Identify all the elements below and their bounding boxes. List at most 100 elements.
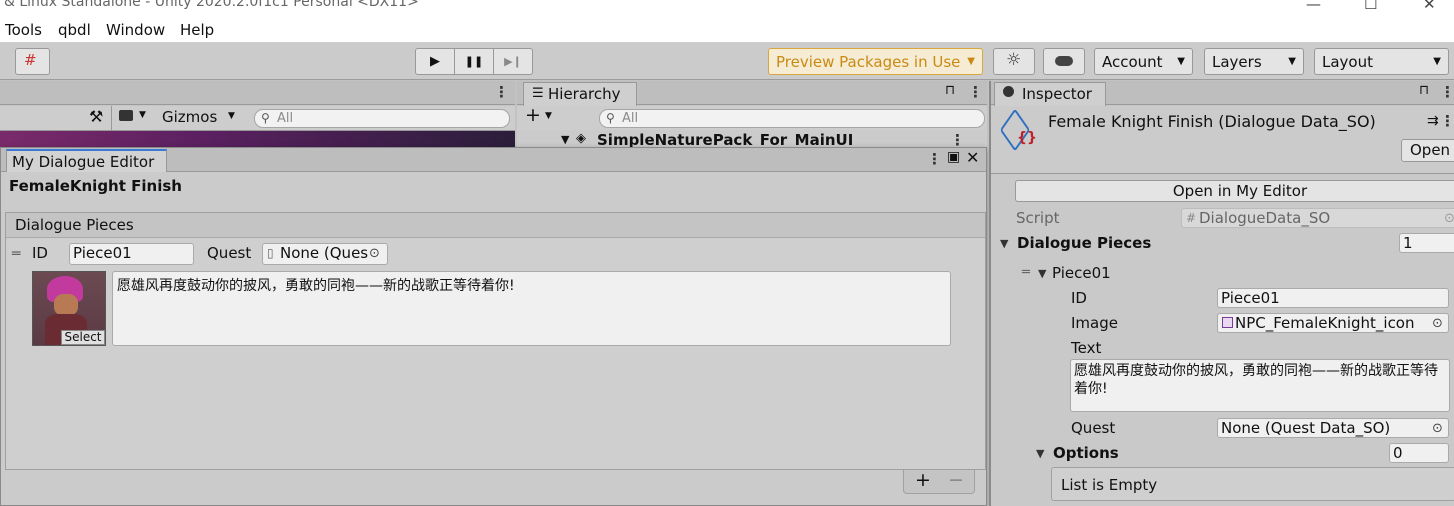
lock-icon[interactable]: ⊓ (945, 83, 955, 98)
object-picker-icon[interactable]: ⊙ (369, 244, 380, 263)
dialogue-pieces-title: Dialogue Pieces (15, 216, 134, 234)
drag-handle-icon[interactable]: ═ (12, 246, 20, 262)
object-picker-icon: ⊙ (1444, 211, 1454, 226)
search-icon: ⚲ (606, 111, 615, 125)
expand-triangle-icon[interactable]: ▼ (1038, 267, 1046, 280)
dialogue-pieces-header: Dialogue Pieces (6, 213, 985, 238)
chevron-down-icon[interactable]: ▼ (545, 111, 552, 121)
remove-piece-button[interactable]: − (948, 469, 964, 491)
text-area[interactable]: 愿雄风再度鼓动你的披风，勇敢的同袍——新的战歌正等待着你! (1070, 359, 1450, 412)
play-button[interactable]: ▶ (416, 49, 455, 74)
preview-packages-button[interactable]: Preview Packages in Use ▼ (768, 48, 983, 75)
piece-id-label: ID (32, 244, 48, 262)
chevron-down-icon[interactable]: ▼ (228, 111, 235, 121)
drag-handle-icon[interactable]: ═ (1022, 265, 1030, 280)
editor-tab-label: My Dialogue Editor (12, 153, 155, 171)
tools-icon[interactable]: ⚒ (89, 107, 103, 126)
scene-toolbar: ⚒ ▼ Gizmos ▼ ⚲ All (0, 106, 515, 131)
pause-button[interactable]: ❚❚ (455, 49, 494, 74)
tab-hierarchy[interactable]: ☰ Hierarchy (523, 82, 637, 106)
grid-snap-icon: # (24, 51, 37, 69)
settings-sliders-icon[interactable]: ⇉ (1427, 113, 1439, 129)
maximize-button[interactable]: ☐ (1364, 0, 1377, 13)
menu-bar: Tools qbdl Window Help (0, 20, 1454, 43)
id-field[interactable]: Piece01 (1217, 288, 1449, 308)
services-button[interactable]: ☼ (993, 48, 1035, 75)
gizmos-button[interactable]: Gizmos (162, 108, 217, 126)
dialogue-editor-window: My Dialogue Editor ⋮ ▣ ✕ FemaleKnight Fi… (0, 147, 987, 506)
options-label: Options (1053, 444, 1119, 462)
id-label: ID (1071, 289, 1087, 307)
chevron-down-icon: ▼ (1433, 56, 1441, 67)
menu-tools[interactable]: Tools (5, 21, 42, 39)
text-label: Text (1071, 339, 1102, 357)
expand-triangle-icon[interactable]: ▼ (1036, 447, 1044, 460)
more-options-icon[interactable]: ⋮ (494, 83, 509, 101)
menu-window[interactable]: Window (106, 21, 165, 39)
more-options-icon[interactable]: ⋮ (927, 150, 942, 168)
account-label: Account (1102, 53, 1163, 71)
maximize-icon[interactable]: ▣ (947, 149, 960, 165)
piece-image-slot[interactable]: Select (32, 271, 106, 346)
expand-triangle-icon[interactable]: ▼ (561, 133, 569, 146)
chevron-down-icon: ▼ (1177, 56, 1185, 67)
dialogue-pieces-label: Dialogue Pieces (1017, 234, 1152, 252)
add-piece-button[interactable]: + (915, 469, 931, 491)
hierarchy-search-input[interactable]: ⚲ All (599, 109, 985, 128)
expand-triangle-icon[interactable]: ▼ (1000, 237, 1008, 250)
sprite-icon (1222, 317, 1233, 328)
chevron-down-icon: ▼ (1288, 56, 1296, 67)
lock-icon[interactable]: ⊓ (1419, 83, 1429, 98)
image-label: Image (1071, 314, 1118, 332)
menu-help[interactable]: Help (180, 21, 214, 39)
image-field[interactable]: NPC_FemaleKnight_icon ⊙ (1217, 313, 1449, 333)
options-list-empty: List is Empty (1051, 467, 1454, 501)
layout-dropdown[interactable]: Layout ▼ (1314, 48, 1449, 75)
more-options-icon[interactable]: ⋮ (1440, 112, 1454, 130)
piece-id-field[interactable]: Piece01 (69, 243, 194, 265)
layers-dropdown[interactable]: Layers ▼ (1204, 48, 1304, 75)
open-in-my-editor-button[interactable]: Open in My Editor (1015, 180, 1454, 202)
camera-icon[interactable] (119, 110, 133, 121)
cloud-icon (1055, 56, 1073, 66)
add-object-button[interactable]: + (525, 104, 541, 126)
options-count[interactable]: 0 (1389, 443, 1449, 463)
piece-quest-field[interactable]: ▯ None (Ques ⊙ (262, 243, 388, 265)
tab-my-dialogue-editor[interactable]: My Dialogue Editor (6, 149, 167, 172)
object-picker-icon[interactable]: ⊙ (1432, 314, 1443, 332)
account-dropdown[interactable]: Account ▼ (1094, 48, 1193, 75)
layout-label: Layout (1322, 53, 1373, 71)
tab-inspector[interactable]: Inspector (994, 82, 1106, 106)
quest-field[interactable]: None (Quest Data_SO) ⊙ (1217, 418, 1449, 438)
scene-search-placeholder: All (277, 111, 294, 126)
object-picker-icon[interactable]: ⊙ (1432, 419, 1443, 437)
close-icon[interactable]: ✕ (966, 148, 979, 167)
minimize-button[interactable]: — (1306, 0, 1321, 13)
script-brace-icon: {} (1017, 130, 1037, 146)
inspector-tab-bar: Inspector ⊓ ⋮ (991, 81, 1454, 106)
window-title: & Linux Standalone - Unity 2020.2.0f1c1 … (4, 0, 419, 10)
close-window-button[interactable]: ✕ (1423, 0, 1436, 13)
script-field: # DialogueData_SO ⊙ (1181, 208, 1454, 228)
collab-button[interactable] (1043, 48, 1085, 75)
piece-text-area[interactable]: 愿雄风再度鼓动你的披风，勇敢的同袍——新的战歌正等待着你! (112, 271, 951, 346)
scene-search-input[interactable]: ⚲ All (254, 109, 510, 128)
step-button[interactable]: ▶❙ (494, 49, 532, 74)
image-select-button[interactable]: Select (61, 330, 105, 345)
script-value: DialogueData_SO (1199, 209, 1331, 227)
chevron-down-icon[interactable]: ▼ (139, 110, 146, 120)
window-title-bar: & Linux Standalone - Unity 2020.2.0f1c1 … (0, 0, 1454, 20)
more-options-icon[interactable]: ⋮ (968, 83, 983, 101)
editor-object-name: FemaleKnight Finish (9, 177, 182, 195)
file-icon: ▯ (267, 246, 274, 260)
main-toolbar: # ▶ ❚❚ ▶❙ Preview Packages in Use ▼ ☼ Ac… (0, 43, 1454, 80)
menu-qbdl[interactable]: qbdl (58, 21, 91, 39)
piece-foldout-label: Piece01 (1052, 264, 1111, 282)
more-options-icon[interactable]: ⋮ (1440, 83, 1454, 101)
snap-tool-button[interactable]: # (15, 48, 50, 75)
open-button[interactable]: Open (1401, 139, 1454, 162)
sun-icon: ☼ (1006, 50, 1022, 70)
unity-scene-icon: ◈ (576, 131, 586, 146)
dialogue-pieces-count[interactable]: 1 (1399, 233, 1454, 253)
portrait-face (54, 294, 78, 316)
